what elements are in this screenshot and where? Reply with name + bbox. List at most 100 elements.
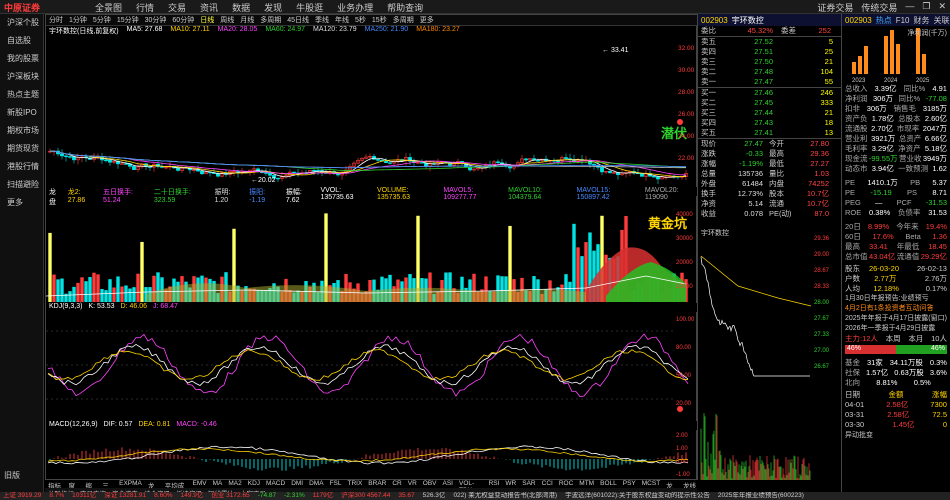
order-row[interactable]: 卖五 27.52 5 [698, 37, 841, 47]
menu-item[interactable]: 数据 [232, 1, 250, 14]
kline-chart-panel[interactable]: 分时 1分钟 5分钟 15分钟 30分钟 60分钟 日线 周线 月线 多周期 45日线 季线 年线 5秒 1… [45, 14, 698, 480]
indicator-tab[interactable]: MTM [579, 480, 594, 488]
indicator-tab[interactable]: EMV [193, 480, 207, 488]
order-row[interactable]: 买五 27.41 13 [698, 128, 841, 138]
period-tab[interactable]: 15分钟 [117, 15, 139, 25]
menu-item[interactable]: 帮助查询 [387, 1, 423, 14]
indicator-tab[interactable]: 窗口 [69, 480, 80, 500]
info-tab[interactable]: F10 [896, 16, 910, 25]
order-row[interactable]: 卖一 27.47 55 [698, 77, 841, 87]
indicator-tab[interactable]: 缩略 [85, 480, 96, 500]
nav-item[interactable]: 新股IPO [0, 104, 43, 122]
nav-item[interactable]: 沪深个股 [0, 14, 43, 32]
indicator-tab[interactable]: 平均成本 [165, 480, 187, 500]
menu-item[interactable]: 资讯 [200, 1, 218, 14]
nav-item[interactable]: 港股行情 [0, 158, 43, 176]
window-control[interactable]: ✕ [938, 1, 946, 14]
indicator-tab[interactable]: SAR [522, 480, 535, 488]
intraday-chart[interactable]: 宇环数控 29.36 29.00 28.67 28.33 28.00 27.67 27.33 2… [698, 226, 842, 480]
period-tab[interactable]: 60分钟 [172, 15, 194, 25]
order-row[interactable]: 买二 27.45 333 [698, 98, 841, 108]
period-tab[interactable]: 多周期 [393, 15, 414, 25]
indicator-tab[interactable]: 指标A [48, 480, 63, 497]
news-item[interactable]: 2026年一季报于4月29日披露 [842, 324, 950, 334]
indicator-tab[interactable]: DMI [291, 480, 303, 488]
period-tab[interactable]: 5秒 [355, 15, 366, 25]
nav-item[interactable]: 热点主题 [0, 86, 43, 104]
nav-item[interactable]: 期权市场 [0, 122, 43, 140]
fund-cell[interactable]: 本月 [908, 334, 923, 344]
period-tab[interactable]: 年线 [335, 15, 349, 25]
indicator-tab[interactable]: EXPMA [119, 480, 142, 488]
window-control[interactable]: — [905, 1, 914, 14]
indicator-tab[interactable]: WR [505, 480, 516, 488]
nav-item[interactable]: 自选股 [0, 32, 43, 50]
indicator-tab[interactable]: MACD [266, 480, 285, 488]
period-tab[interactable]: 45日线 [287, 15, 309, 25]
indicator-tab[interactable]: MCST [642, 480, 660, 488]
order-row[interactable]: 买四 27.43 18 [698, 118, 841, 128]
indicator-tab[interactable]: BRAR [368, 480, 386, 488]
info-tab[interactable]: 财务 [914, 15, 930, 26]
indicator-tab[interactable]: BOLL [600, 480, 617, 488]
fund-cell[interactable]: 10人 [931, 334, 947, 344]
menu-item[interactable]: 交易 [168, 1, 186, 14]
kdj-chart[interactable]: 100.00 80.00 50.00 20.00 [46, 311, 698, 419]
volume-chart[interactable]: 黄金坑40000 30000 20000 10000 [46, 196, 698, 302]
order-row[interactable]: 卖四 27.51 25 [698, 47, 841, 57]
menu-item[interactable]: 业务办理 [337, 1, 373, 14]
indicator-tab[interactable]: RSI [489, 480, 500, 488]
indicator-tab[interactable]: FSL [330, 480, 342, 488]
indicator-tab[interactable]: KDJ [248, 480, 260, 488]
period-tab[interactable]: 1分钟 [69, 15, 87, 25]
indicator-tab[interactable]: TRIX [347, 480, 362, 488]
period-tab[interactable]: 分时 [49, 15, 63, 25]
indicator-tab[interactable]: VOL-TDX [459, 480, 483, 494]
fund-cell[interactable]: 主力:12人 [845, 334, 878, 344]
nav-item[interactable]: 沪深板块 [0, 68, 43, 86]
info-tab[interactable]: 关联 [934, 15, 950, 26]
period-tab[interactable]: 15秒 [372, 15, 387, 25]
menu-item[interactable]: 全景图 [95, 1, 122, 14]
nav-item[interactable]: 更多 [0, 194, 43, 212]
period-tab[interactable]: 更多 [420, 15, 434, 25]
period-tab[interactable]: 5分钟 [93, 15, 111, 25]
news-item[interactable]: 4月2日有1条投资者互动问答 [842, 304, 950, 314]
indicator-tab[interactable]: PSY [623, 480, 636, 488]
news-item[interactable]: 1月30日年报预告:业绩预亏 [842, 294, 950, 304]
fund-cell[interactable]: 本周 [886, 334, 901, 344]
indicator-tab[interactable]: 龙线2 [683, 480, 697, 497]
nav-item[interactable]: 扫描避险 [0, 176, 43, 194]
menu-item[interactable]: 牛股逛 [296, 1, 323, 14]
news-item[interactable]: 2025年年报于4月17日披露(窗口) [842, 314, 950, 324]
window-control[interactable]: 证券交易 [817, 1, 853, 14]
indicator-tab[interactable]: CR [392, 480, 401, 488]
period-tab[interactable]: 季线 [315, 15, 329, 25]
period-tab[interactable]: 日线 [200, 15, 214, 25]
indicator-tab[interactable]: MA [213, 480, 223, 488]
indicator-tab[interactable]: OBV [423, 480, 437, 488]
indicator-tab[interactable]: VR [408, 480, 417, 488]
indicator-tab[interactable]: 龙线 [666, 480, 677, 500]
indicator-tab[interactable]: CCI [542, 480, 553, 488]
info-tab[interactable]: 热点 [876, 15, 892, 26]
period-tab[interactable]: 周线 [220, 15, 234, 25]
nav-item[interactable]: 期货现货 [0, 140, 43, 158]
order-row[interactable]: 买一 27.46 246 [698, 88, 841, 98]
period-tab[interactable]: 多周期 [260, 15, 281, 25]
indicator-tab[interactable]: ASI [443, 480, 453, 488]
window-control[interactable]: 传统交易 [861, 1, 897, 14]
indicator-tab[interactable]: ROC [559, 480, 573, 488]
old-version-link[interactable]: 旧版 [4, 470, 20, 481]
indicator-tab[interactable]: 三线 [102, 480, 113, 500]
menu-item[interactable]: 行情 [136, 1, 154, 14]
nav-item[interactable]: 我的股票 [0, 50, 43, 68]
menu-item[interactable]: 发现 [264, 1, 282, 14]
order-row[interactable]: 卖三 27.50 21 [698, 57, 841, 67]
order-row[interactable]: 卖二 27.48 104 [698, 67, 841, 77]
indicator-tab[interactable]: 龙盘 [148, 480, 159, 500]
window-control[interactable]: ❐ [922, 1, 930, 14]
candlestick-chart[interactable]: ← 33.41←20.02潜伏32.0030.0028.0026.0024.00… [46, 36, 698, 186]
period-tab[interactable]: 月线 [240, 15, 254, 25]
order-row[interactable]: 买三 27.44 21 [698, 108, 841, 118]
